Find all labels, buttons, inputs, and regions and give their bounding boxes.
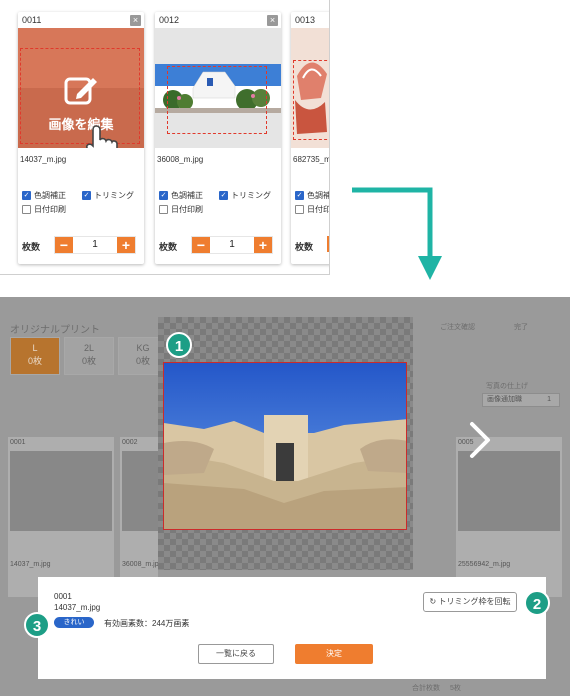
photo-thumbnail[interactable]: 画像を編集: [18, 28, 144, 148]
photo-filename: 36008_m.jpg: [157, 155, 204, 164]
dialog-photo-number: 0001: [54, 592, 72, 601]
option-label: 日付印刷: [34, 205, 66, 214]
option-label: 色調補正: [307, 191, 329, 200]
photo-number: 0013: [295, 15, 316, 25]
dialog-photo-filename: 14037_m.jpg: [54, 603, 101, 612]
quality-status-badge: きれい: [54, 617, 94, 628]
increment-button[interactable]: +: [117, 237, 135, 253]
size-count: 0枚: [81, 356, 96, 366]
flow-arrow-icon: [352, 187, 442, 280]
checkbox-checked-icon[interactable]: ✓: [219, 191, 228, 200]
remove-photo-button[interactable]: ×: [130, 15, 141, 26]
trimming-option[interactable]: ✓ トリミング: [82, 190, 134, 201]
rotate-crop-label: トリミング枠を回転: [438, 597, 511, 606]
trimming-dialog: 0001 14037_m.jpg きれい 有効画素数：244万画素 ↻ トリミン…: [38, 577, 546, 679]
photo-card: 0011 × 画像を編集 14037_m.jpg ✓ 色調補正 ✓ トリミング …: [18, 12, 144, 264]
photo-thumbnail: [10, 451, 112, 531]
background-photo-card: 0001 14037_m.jpg: [8, 437, 114, 597]
photo-thumbnail[interactable]: [291, 28, 329, 148]
option-label: 日付印刷: [171, 205, 203, 214]
photo-filename: 25556942_m.jpg: [458, 561, 511, 568]
option-label: 色調補正: [171, 191, 203, 200]
checkbox-unchecked-icon[interactable]: [295, 205, 304, 214]
checkbox-unchecked-icon[interactable]: [22, 205, 31, 214]
quantity-stepper: − 1 +: [191, 236, 273, 254]
trimming-option[interactable]: ✓ トリミング: [219, 190, 271, 201]
photo-filename: 14037_m.jpg: [10, 561, 51, 568]
option-label: 日付印刷: [307, 205, 329, 214]
finish-select-qty: 1: [547, 396, 551, 403]
crop-frame: [293, 60, 329, 140]
decrement-button[interactable]: −: [192, 237, 210, 253]
photo-thumbnail[interactable]: [155, 28, 281, 148]
crop-frame: [167, 66, 267, 134]
color-correction-option[interactable]: ✓ 色調補正: [295, 190, 329, 201]
photo-image: [164, 363, 406, 529]
checkbox-checked-icon[interactable]: ✓: [159, 191, 168, 200]
page-title: オリジナルプリント: [10, 325, 100, 336]
step-badge-2: 2: [524, 590, 550, 616]
date-print-option[interactable]: 日付印刷: [295, 204, 329, 215]
photo-selection-panel: 0011 × 画像を編集 14037_m.jpg ✓ 色調補正 ✓ トリミング …: [0, 0, 330, 275]
size-name: L: [32, 343, 38, 353]
photo-number: 0002: [122, 439, 138, 446]
photo-thumbnail: [122, 451, 158, 531]
rotate-crop-button[interactable]: ↻ トリミング枠を回転: [423, 592, 517, 612]
size-count: 0枚: [27, 356, 42, 366]
background-photo-card: 0005 25556942_m.jpg: [456, 437, 562, 597]
edit-pencil-icon: [64, 77, 97, 105]
step-label: ご注文確認: [440, 324, 475, 331]
finish-select-value: 画像通加職: [487, 396, 522, 403]
photo-filename: 36008_m.jpg: [122, 561, 163, 568]
finish-select[interactable]: 画像通加職 1: [482, 393, 560, 407]
finish-label: 写真の仕上げ: [486, 383, 528, 390]
background-photo-card: 0002 36008_m.jpg: [120, 437, 162, 597]
color-correction-option[interactable]: ✓ 色調補正: [159, 190, 203, 201]
quantity-stepper: − 1 +: [54, 236, 136, 254]
total-value: 5枚: [450, 685, 461, 692]
photo-number: 0001: [10, 439, 26, 446]
quantity-value[interactable]: 1: [210, 237, 254, 253]
date-print-option[interactable]: 日付印刷: [159, 204, 203, 215]
photo-filename: 14037_m.jpg: [20, 155, 67, 164]
decrement-button[interactable]: −: [327, 236, 329, 252]
remove-photo-button[interactable]: ×: [267, 15, 278, 26]
quantity-label: 枚数: [22, 242, 41, 252]
decrement-button[interactable]: −: [55, 237, 73, 253]
quantity-stepper: −: [327, 236, 329, 254]
quantity-value[interactable]: 1: [73, 237, 117, 253]
photo-number: 0011: [22, 15, 42, 25]
step-badge-3: 3: [24, 612, 50, 638]
quantity-label: 枚数: [159, 242, 178, 252]
total-label: 合計枚数: [412, 685, 440, 692]
photo-number: 0012: [159, 15, 180, 25]
quantity-label: 枚数: [295, 242, 314, 252]
photo-card: 0013 682735_m.jpg ✓ 色調補正 日付印刷 枚数 −: [291, 12, 329, 264]
trimming-photo[interactable]: [163, 362, 407, 530]
hand-cursor-icon: [86, 125, 118, 148]
photo-card: 0012 × 36008_m.jpg ✓ 色調補正 ✓ トリミング 日付印刷 枚…: [155, 12, 281, 264]
option-label: トリミング: [231, 191, 271, 200]
step-badge-1: 1: [166, 332, 192, 358]
photo-filename: 682735_m.jpg: [293, 155, 329, 164]
checkbox-checked-icon[interactable]: ✓: [295, 191, 304, 200]
step-label: 完了: [514, 324, 528, 331]
checkbox-unchecked-icon[interactable]: [159, 205, 168, 214]
size-name: 2L: [83, 343, 94, 353]
option-label: 色調補正: [34, 191, 66, 200]
size-tab-2l[interactable]: 2L 0枚: [64, 337, 114, 375]
checkbox-checked-icon[interactable]: ✓: [82, 191, 91, 200]
option-label: トリミング: [94, 191, 134, 200]
photo-thumbnail: [458, 451, 560, 531]
effective-pixels-text: 有効画素数：244万画素: [104, 619, 190, 628]
increment-button[interactable]: +: [254, 237, 272, 253]
color-correction-option[interactable]: ✓ 色調補正: [22, 190, 66, 201]
size-tab-l[interactable]: L 0枚: [10, 337, 60, 375]
back-to-list-button[interactable]: 一覧に戻る: [198, 644, 274, 664]
confirm-button[interactable]: 決定: [295, 644, 373, 664]
date-print-option[interactable]: 日付印刷: [22, 204, 66, 215]
next-photo-chevron-icon[interactable]: [468, 420, 492, 460]
checkbox-checked-icon[interactable]: ✓: [22, 191, 31, 200]
